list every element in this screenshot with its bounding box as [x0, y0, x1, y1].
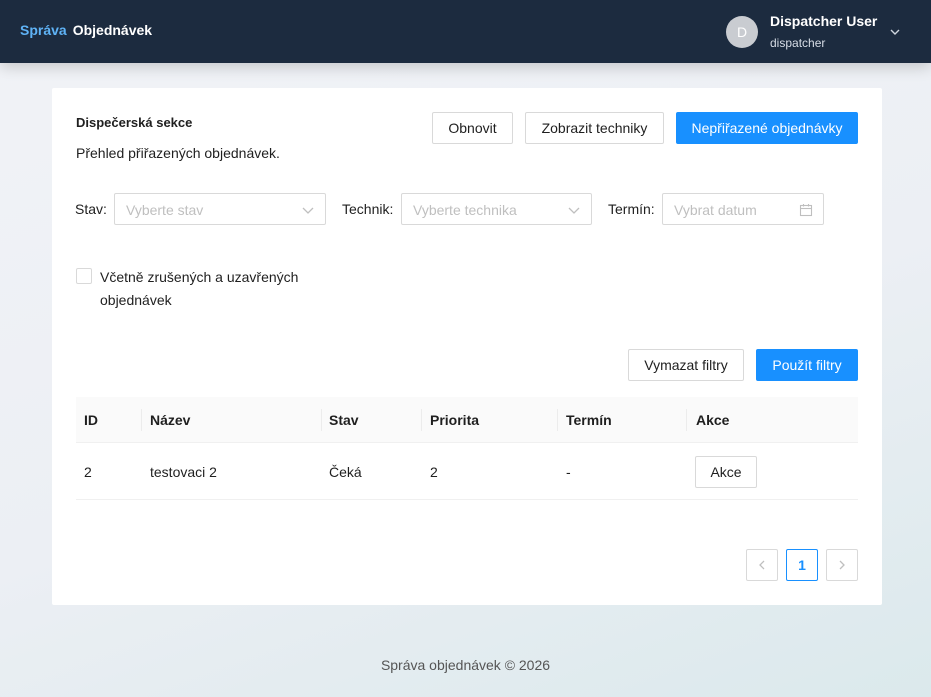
pagination-prev-button[interactable] [746, 549, 778, 581]
technician-filter-label: Technik: [342, 201, 394, 217]
calendar-icon [799, 204, 813, 217]
status-select[interactable]: Vyberte stav [114, 193, 326, 225]
column-header-status: Stav [329, 412, 359, 428]
refresh-button[interactable]: Obnovit [432, 112, 513, 144]
cell-priority: 2 [430, 464, 438, 480]
cell-status: Čeká [329, 464, 362, 480]
top-header: Správa Objednávek D Dispatcher User dispa… [0, 0, 931, 63]
technician-select-placeholder: Vyberte technika [413, 202, 517, 218]
technician-select[interactable]: Vyberte technika [401, 193, 592, 225]
column-header-priority: Priorita [430, 412, 480, 428]
column-header-date: Termín [566, 412, 612, 428]
brand-part-2: Objednávek [72, 22, 153, 38]
cell-name: testovaci 2 [150, 464, 217, 480]
unassigned-orders-button[interactable]: Nepřiřazené objednávky [676, 112, 858, 144]
brand-part-1: Správa [20, 22, 67, 38]
show-technicians-button[interactable]: Zobrazit techniky [525, 112, 664, 144]
cell-date: - [566, 464, 571, 480]
user-role: dispatcher [770, 36, 826, 50]
column-divider [141, 409, 142, 431]
chevron-down-icon[interactable] [888, 25, 902, 39]
clear-filters-button[interactable]: Vymazat filtry [628, 349, 744, 381]
chevron-left-icon [759, 560, 765, 570]
apply-filters-button[interactable]: Použít filtry [756, 349, 858, 381]
chevron-down-icon [302, 207, 314, 214]
column-header-id: ID [84, 412, 98, 428]
cell-id: 2 [84, 464, 92, 480]
date-filter-label: Termín: [608, 201, 655, 217]
status-select-placeholder: Vyberte stav [126, 202, 204, 218]
pagination-next-button[interactable] [826, 549, 858, 581]
user-name[interactable]: Dispatcher User [770, 13, 877, 29]
footer-text: Správa objednávek © 2026 [380, 657, 551, 673]
pagination-page-1[interactable]: 1 [786, 549, 818, 581]
date-picker[interactable]: Vybrat datum [662, 193, 824, 225]
date-picker-placeholder: Vybrat datum [674, 202, 757, 218]
section-title: Dispečerská sekce [76, 115, 193, 130]
chevron-right-icon [839, 560, 845, 570]
column-header-actions: Akce [696, 412, 730, 428]
avatar[interactable]: D [726, 16, 758, 48]
include-closed-checkbox[interactable] [76, 268, 92, 284]
chevron-down-icon [568, 207, 580, 214]
column-divider [557, 409, 558, 431]
table-row: 2 testovaci 2 Čeká 2 - Akce [76, 443, 858, 500]
column-header-name: Název [150, 412, 191, 428]
brand-logo[interactable]: Správa Objednávek [20, 22, 152, 38]
include-closed-label[interactable]: Včetně zrušených a uzavřených objednávek [100, 266, 330, 312]
section-subtitle: Přehled přiřazených objednávek. [76, 145, 280, 161]
row-actions-button[interactable]: Akce [695, 456, 757, 488]
column-divider [686, 409, 687, 431]
column-divider [421, 409, 422, 431]
status-filter-label: Stav: [75, 201, 107, 217]
table-header: ID Název Stav Priorita Termín Akce [76, 397, 858, 443]
column-divider [321, 409, 322, 431]
dispatcher-card: Dispečerská sekce Přehled přiřazených ob… [52, 88, 882, 605]
